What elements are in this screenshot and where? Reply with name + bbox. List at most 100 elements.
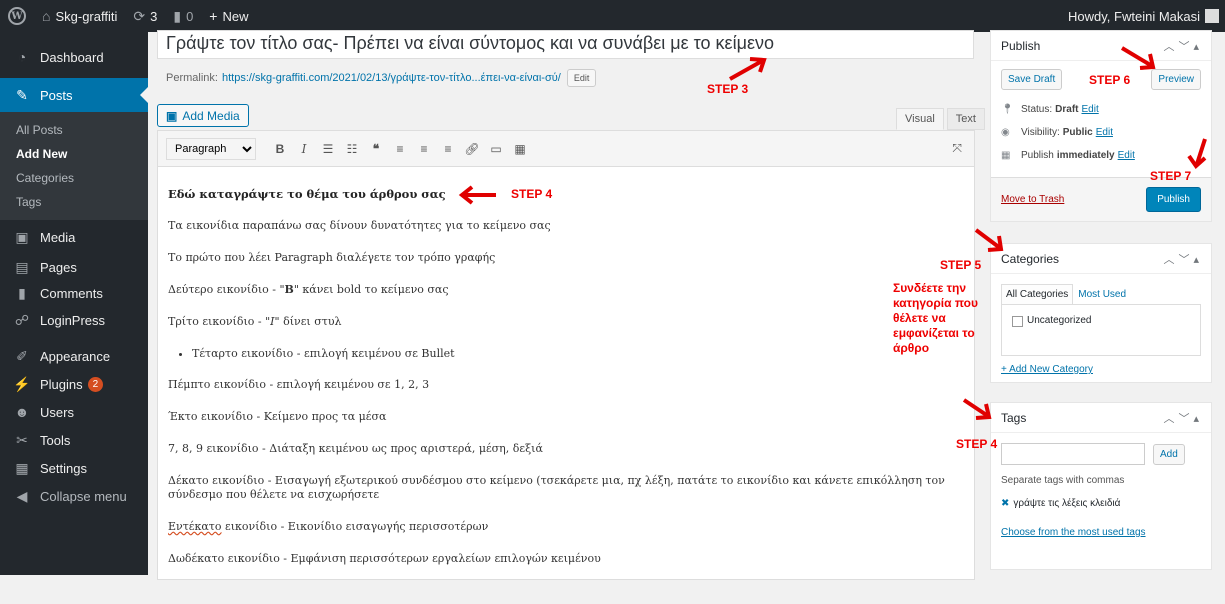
status-label: Status:: [1021, 104, 1053, 115]
categories-box-header[interactable]: Categories ︿﹀▴: [991, 244, 1211, 274]
category-label: Uncategorized: [1027, 315, 1092, 326]
remove-tag-icon[interactable]: ✖: [1001, 498, 1009, 509]
visibility-value: Public: [1062, 127, 1093, 138]
step6-arrow: [1120, 46, 1156, 70]
sidebar-item-label: Plugins: [40, 376, 83, 392]
add-category-row: + Add New Category: [991, 356, 1211, 383]
format-select[interactable]: Paragraph: [166, 137, 256, 160]
add-media-button[interactable]: ▣ Add Media: [157, 104, 249, 127]
sidebar-item-tools[interactable]: ✂ Tools: [0, 426, 148, 454]
move-to-trash-link[interactable]: Move to Trash: [1001, 194, 1064, 205]
site-name-link[interactable]: ⌂ Skg-graffiti: [34, 0, 125, 32]
comments-link[interactable]: ▮ 0: [165, 0, 201, 32]
align-center-icon[interactable]: ≡: [412, 142, 436, 156]
users-icon: ☻: [14, 404, 30, 420]
tab-all-categories[interactable]: All Categories: [1001, 284, 1074, 304]
align-right-icon[interactable]: ≡: [436, 142, 460, 156]
add-tag-button[interactable]: Add: [1153, 443, 1185, 465]
publish-button[interactable]: Publish: [1146, 187, 1201, 212]
category-list: Uncategorized: [1001, 304, 1201, 356]
category-checkbox[interactable]: [1012, 316, 1023, 327]
content-paragraph: Τα εικονίδια παραπάνω σας δίνουν δυνατότ…: [168, 219, 551, 232]
submenu-all-posts[interactable]: All Posts: [0, 118, 148, 142]
tab-most-used[interactable]: Most Used: [1073, 284, 1131, 304]
submenu-add-new[interactable]: Add New: [0, 142, 148, 166]
sidebar-item-media[interactable]: ▣ Media: [0, 220, 148, 254]
save-draft-button[interactable]: Save Draft: [1001, 69, 1063, 90]
admin-bar: W ⌂ Skg-graffiti ⟳ 3 ▮ 0 + New Howdy, Fwtein…: [0, 0, 1225, 32]
misspelled-word: Εντέκατο: [168, 520, 222, 533]
collapse-icon: ◀: [16, 487, 28, 504]
box-controls-icon[interactable]: ︿﹀▴: [1163, 251, 1211, 267]
sidebar-item-comments[interactable]: ▮ Comments: [0, 280, 148, 306]
my-account-link[interactable]: Howdy, Fwteini Makasi: [1060, 0, 1225, 32]
home-icon: ⌂: [42, 8, 51, 24]
editor-toolbar: Paragraph B I ☰ ☷ ❝ ≡ ≡ ≡ 🔗︎ ▭ ▦ ⤧: [158, 131, 974, 167]
choose-most-used-tags-link[interactable]: Choose from the most used tags: [1001, 527, 1146, 538]
editor-content[interactable]: Εδώ καταγράψτε το θέμα του άρθρου σας Τα…: [158, 167, 974, 604]
loginpress-icon: ☍: [14, 311, 30, 328]
wp-logo-menu[interactable]: W: [0, 0, 34, 32]
new-content-link[interactable]: + New: [201, 0, 256, 32]
tags-box-title: Tags: [1001, 410, 1027, 425]
add-new-category-link[interactable]: + Add New Category: [1001, 364, 1093, 375]
sidebar-item-appearance[interactable]: ✐ Appearance: [0, 342, 148, 370]
comments-count: 0: [186, 8, 194, 24]
sidebar-item-users[interactable]: ☻ Users: [0, 398, 148, 426]
sidebar-item-settings[interactable]: ▦ Settings: [0, 454, 148, 482]
bullet-list-icon[interactable]: ☰: [316, 142, 340, 156]
tag-item: ✖ γράψτε τις λέξεις κλειδιά: [991, 490, 1211, 517]
sidebar-item-label: LoginPress: [40, 312, 106, 328]
comments-icon: ▮: [18, 284, 26, 301]
tab-text[interactable]: Text: [946, 108, 985, 130]
step3-arrow: [729, 57, 767, 81]
schedule-edit-link[interactable]: Edit: [1118, 150, 1135, 161]
text-fragment: " δίνει στυλ: [274, 315, 342, 328]
tag-label: γράψτε τις λέξεις κλειδιά: [1013, 498, 1121, 509]
wordpress-icon: W: [8, 7, 26, 25]
wrench-icon: ✂: [16, 431, 28, 448]
calendar-icon: ▦: [1001, 150, 1011, 161]
read-more-icon[interactable]: ▭: [484, 142, 508, 156]
sidebar-item-label: Settings: [40, 460, 87, 476]
sidebar-item-label: Dashboard: [40, 49, 104, 65]
submenu-tags[interactable]: Tags: [0, 190, 148, 214]
align-left-icon[interactable]: ≡: [388, 142, 412, 156]
dashboard-icon: ◔: [17, 49, 27, 65]
publish-box-header[interactable]: Publish ︿﹀▴: [991, 31, 1211, 61]
tab-visual[interactable]: Visual: [896, 108, 944, 130]
step6-label: STEP 6: [1089, 73, 1131, 87]
fullscreen-icon[interactable]: ⤧: [952, 141, 962, 156]
blockquote-icon[interactable]: ❝: [364, 142, 388, 156]
sidebar-item-loginpress[interactable]: ☍ LoginPress: [0, 306, 148, 334]
toolbar-toggle-icon[interactable]: ▦: [508, 142, 532, 156]
updates-icon: ⟳: [133, 7, 146, 24]
post-title-input[interactable]: Γράψτε τον τίτλο σας- Πρέπει να είναι σύ…: [157, 30, 974, 59]
bold-icon[interactable]: B: [268, 142, 292, 156]
sidebar-item-posts[interactable]: ✎ Posts: [0, 78, 148, 112]
sidebar-item-label: Users: [40, 404, 74, 420]
permalink-edit-button[interactable]: Edit: [566, 69, 597, 87]
editor-tabs: Visual Text: [893, 108, 985, 130]
numbered-list-icon[interactable]: ☷: [340, 142, 364, 156]
step5-arrow: [974, 228, 1004, 252]
tag-input[interactable]: [1001, 443, 1145, 465]
sidebar-item-dashboard[interactable]: ◔ Dashboard: [0, 40, 148, 74]
submenu-categories[interactable]: Categories: [0, 166, 148, 190]
permalink-link[interactable]: https://skg-graffiti.com/2021/02/13/γράψ…: [222, 72, 561, 84]
box-controls-icon[interactable]: ︿﹀▴: [1163, 38, 1211, 54]
sidebar-item-label: Appearance: [40, 348, 111, 364]
sidebar-item-plugins[interactable]: ⚡ Plugins 2: [0, 370, 148, 398]
updates-link[interactable]: ⟳ 3: [125, 0, 165, 32]
visibility-edit-link[interactable]: Edit: [1096, 127, 1113, 138]
sidebar-item-pages[interactable]: ▤ Pages: [0, 254, 148, 280]
preview-button[interactable]: Preview: [1151, 69, 1201, 90]
collapse-menu-button[interactable]: ◀ Collapse menu: [0, 482, 148, 510]
tags-box-header[interactable]: Tags ︿﹀▴: [991, 403, 1211, 433]
status-edit-link[interactable]: Edit: [1081, 104, 1098, 115]
category-tabs: All Categories Most Used: [991, 284, 1211, 304]
box-controls-icon[interactable]: ︿﹀▴: [1163, 410, 1211, 426]
link-icon[interactable]: 🔗︎: [460, 142, 484, 156]
italic-icon[interactable]: I: [292, 142, 316, 156]
schedule-value: immediately: [1056, 150, 1115, 161]
